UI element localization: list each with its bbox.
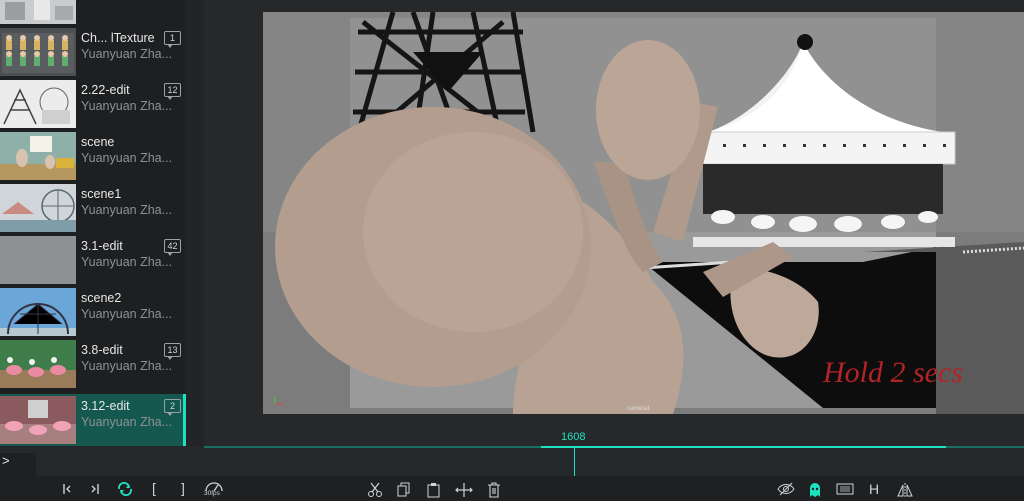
version-item[interactable]: 3.8-edit Yuanyuan Zha... 13 — [0, 338, 186, 390]
version-item[interactable]: 2.22-edit Yuanyuan Zha... 12 — [0, 78, 186, 130]
version-name: 3.1-edit — [81, 239, 123, 253]
comment-count-badge[interactable]: 13 — [164, 343, 181, 360]
comment-count-badge[interactable]: 12 — [164, 83, 181, 100]
version-thumbnail — [0, 288, 76, 336]
next-frame-button[interactable] — [90, 482, 100, 498]
version-item[interactable]: Ch... lTexture Yuanyuan Zha... 1 — [0, 26, 186, 78]
version-author: Yuanyuan Zha... — [81, 255, 173, 269]
timeline-range[interactable] — [541, 446, 946, 448]
version-author: Yuanyuan Zha... — [81, 99, 173, 113]
version-name: 3.12-edit — [81, 399, 130, 413]
version-author: Yuanyuan Zha... — [81, 47, 173, 61]
split-icon[interactable] — [455, 482, 473, 498]
version-item[interactable] — [0, 0, 186, 26]
version-thumbnail — [0, 132, 76, 180]
scene-render: Hold 2 secs — [263, 12, 1024, 414]
version-author: Yuanyuan Zha... — [81, 203, 173, 217]
comment-count-badge[interactable]: 42 — [164, 239, 181, 256]
version-item[interactable]: scene2 Yuanyuan Zha... — [0, 286, 186, 338]
version-thumbnail — [0, 340, 76, 388]
camera-label: camera1 — [627, 406, 651, 412]
version-author: Yuanyuan Zha... — [81, 151, 173, 165]
version-name: scene — [81, 135, 115, 149]
version-item[interactable]: 3.1-edit Yuanyuan Zha... 42 — [0, 234, 186, 286]
version-thumbnail — [0, 184, 76, 232]
playhead[interactable] — [574, 448, 575, 476]
version-thumbnail — [0, 396, 76, 444]
fps-label: 30fps — [204, 490, 220, 497]
copy-icon[interactable] — [396, 482, 412, 498]
cut-icon[interactable] — [367, 482, 383, 498]
version-list: Ch... lTexture Yuanyuan Zha... 1 2.22-ed… — [0, 0, 186, 446]
version-author: Yuanyuan Zha... — [81, 307, 173, 321]
version-name: scene1 — [81, 187, 122, 201]
version-name: scene2 — [81, 291, 122, 305]
player-toolbar: [ ] 30fps H — [0, 476, 1024, 501]
timeline[interactable]: 1608 > — [0, 431, 1024, 476]
mark-out-button[interactable]: ] — [181, 480, 185, 496]
visibility-off-icon[interactable] — [777, 482, 795, 498]
version-item-selected[interactable]: 3.12-edit Yuanyuan Zha... 2 — [0, 394, 186, 446]
playback-speed-button[interactable]: 30fps — [204, 480, 224, 497]
comment-count-badge[interactable]: 2 — [164, 399, 181, 416]
version-name: 2.22-edit — [81, 83, 130, 97]
version-thumbnail — [0, 28, 76, 76]
loop-icon[interactable] — [116, 482, 134, 498]
flip-icon[interactable] — [897, 482, 913, 498]
hud-toggle-button[interactable]: H — [869, 481, 879, 497]
mark-in-button[interactable]: [ — [152, 480, 156, 496]
version-name: Ch... lTexture — [81, 31, 155, 45]
version-author: Yuanyuan Zha... — [81, 415, 173, 429]
version-item[interactable]: scene Yuanyuan Zha... — [0, 130, 186, 182]
version-item[interactable]: scene1 Yuanyuan Zha... — [0, 182, 186, 234]
media-viewer[interactable]: Hold 2 secs camera1 — [204, 0, 1024, 446]
annotation-text: Hold 2 secs — [822, 356, 963, 389]
video-frame[interactable]: Hold 2 secs camera1 — [263, 12, 1024, 414]
version-thumbnail — [0, 236, 76, 284]
comment-count-badge[interactable]: 1 — [164, 31, 181, 48]
version-thumbnail — [0, 0, 76, 24]
paste-icon[interactable] — [426, 482, 442, 498]
sidebar-scrollbar[interactable] — [187, 0, 204, 446]
version-name: 3.8-edit — [81, 343, 123, 357]
version-thumbnail — [0, 80, 76, 128]
safe-frame-icon[interactable] — [836, 482, 854, 498]
delete-icon[interactable] — [487, 482, 501, 498]
ghost-icon[interactable] — [808, 482, 822, 498]
current-frame-number: 1608 — [561, 431, 586, 443]
play-button[interactable]: > — [0, 453, 36, 476]
version-author: Yuanyuan Zha... — [81, 359, 173, 373]
previous-frame-button[interactable] — [62, 482, 72, 498]
